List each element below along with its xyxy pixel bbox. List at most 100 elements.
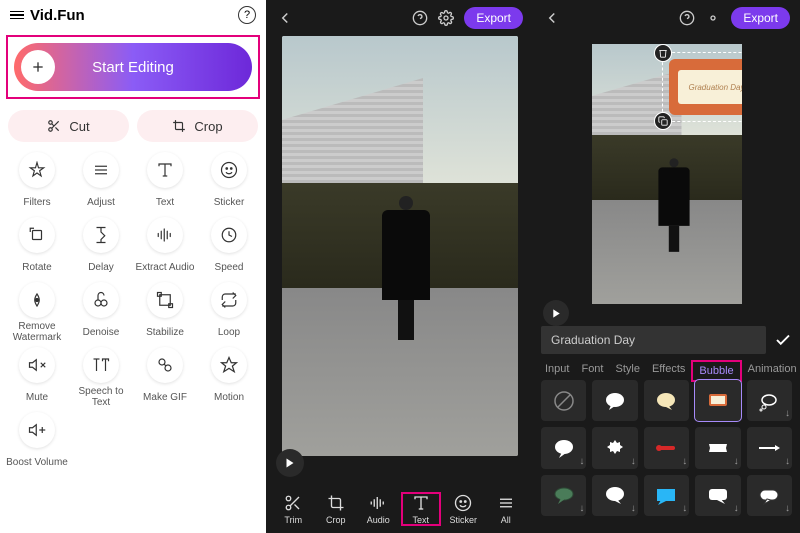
download-icon: ↓: [785, 503, 790, 514]
bubble-option-0[interactable]: [541, 380, 586, 421]
toolbar-all[interactable]: All: [487, 493, 525, 525]
back-icon[interactable]: [276, 9, 294, 27]
bubble-text: Graduation Day: [678, 70, 741, 104]
mute-icon: [19, 347, 55, 383]
tool-make-gif[interactable]: Make GIF: [134, 347, 196, 408]
tool-adjust[interactable]: Adjust: [70, 152, 132, 213]
toolbar-trim[interactable]: Trim: [274, 493, 312, 525]
bubble-header: Export: [533, 0, 800, 36]
play-button[interactable]: [543, 300, 569, 326]
tool-boost-volume[interactable]: Boost Volume: [6, 412, 68, 473]
bubble-option-9[interactable]: ↓: [747, 427, 792, 468]
bubble-option-8[interactable]: ↓: [695, 427, 740, 468]
tool-filters[interactable]: Filters: [6, 152, 68, 213]
tab-font[interactable]: Font: [575, 360, 609, 382]
motion-icon: [211, 347, 247, 383]
extract-audio-icon: [147, 217, 183, 253]
tab-style[interactable]: Style: [609, 360, 645, 382]
home-panel: Vid.Fun ? Start Editing Cut Crop Filters…: [0, 0, 266, 533]
export-button[interactable]: Export: [731, 7, 790, 29]
audio-icon: [369, 493, 387, 513]
cut-button[interactable]: Cut: [8, 110, 129, 142]
bubble-option-7[interactable]: ↓: [644, 427, 689, 468]
settings-icon[interactable]: [705, 10, 721, 26]
rotate-icon: [19, 217, 55, 253]
download-icon: ↓: [785, 408, 790, 419]
tab-animation[interactable]: Animation: [742, 360, 800, 382]
toolbar-sticker[interactable]: Sticker: [444, 493, 482, 525]
bubble-option-1[interactable]: [592, 380, 637, 421]
quick-actions: Cut Crop: [0, 104, 266, 148]
confirm-icon[interactable]: [774, 331, 792, 349]
bubble-option-6[interactable]: ↓: [592, 427, 637, 468]
make-gif-icon: [147, 347, 183, 383]
sticker-icon: [211, 152, 247, 188]
tool-extract-audio[interactable]: Extract Audio: [134, 217, 196, 278]
bubble-option-11[interactable]: ↓: [592, 475, 637, 516]
editor-toolbar: TrimCropAudioTextStickerAll: [266, 485, 533, 533]
play-button[interactable]: [276, 449, 304, 477]
tool-sticker[interactable]: Sticker: [198, 152, 260, 213]
app-title: Vid.Fun: [10, 7, 85, 24]
tool-rotate[interactable]: Rotate: [6, 217, 68, 278]
bubble-option-13[interactable]: ↓: [695, 475, 740, 516]
text-icon: [147, 152, 183, 188]
copy-handle[interactable]: [654, 112, 672, 130]
bubble-option-4[interactable]: ↓: [747, 380, 792, 421]
remove-watermark-icon: [19, 282, 55, 318]
tool-stabilize[interactable]: Stabilize: [134, 282, 196, 343]
tool-mute[interactable]: Mute: [6, 347, 68, 408]
adjust-icon: [83, 152, 119, 188]
tools-grid: FiltersAdjustTextSticker RotateDelayExtra…: [0, 148, 266, 477]
text-bubble-overlay[interactable]: Graduation Day: [662, 52, 742, 122]
text-input-row: [541, 326, 792, 354]
delay-icon: [83, 217, 119, 253]
crop-button[interactable]: Crop: [137, 110, 258, 142]
tool-delay[interactable]: Delay: [70, 217, 132, 278]
tab-bubble[interactable]: Bubble: [691, 360, 741, 382]
download-icon: ↓: [631, 503, 636, 514]
export-button[interactable]: Export: [464, 7, 523, 29]
bubble-option-2[interactable]: [644, 380, 689, 421]
app-name: Vid.Fun: [30, 7, 85, 24]
back-icon[interactable]: [543, 9, 561, 27]
filters-icon: [19, 152, 55, 188]
start-editing-button[interactable]: Start Editing: [14, 43, 252, 91]
denoise-icon: [83, 282, 119, 318]
bubble-grid: ↓↓↓↓↓↓↓↓↓↓↓: [541, 380, 792, 516]
tab-input[interactable]: Input: [539, 360, 575, 382]
help-icon[interactable]: [412, 10, 428, 26]
text-input[interactable]: [541, 326, 766, 354]
download-icon: ↓: [579, 456, 584, 467]
delete-handle[interactable]: [654, 44, 672, 62]
text-bubble-panel: Export Graduation Day InputFontStyleEffe…: [533, 0, 800, 533]
toolbar-text[interactable]: Text: [402, 493, 440, 525]
help-icon[interactable]: [679, 10, 695, 26]
download-icon: ↓: [631, 456, 636, 467]
video-preview[interactable]: [282, 36, 518, 456]
toolbar-crop[interactable]: Crop: [317, 493, 355, 525]
settings-icon[interactable]: [438, 10, 454, 26]
tool-motion[interactable]: Motion: [198, 347, 260, 408]
toolbar-audio[interactable]: Audio: [359, 493, 397, 525]
tool-loop[interactable]: Loop: [198, 282, 260, 343]
plus-icon: [21, 50, 55, 84]
download-icon: ↓: [682, 456, 687, 467]
tool-speech-to-text[interactable]: Speech to Text: [70, 347, 132, 408]
boost-volume-icon: [19, 412, 55, 448]
bubble-option-3[interactable]: [695, 380, 740, 421]
tool-speed[interactable]: Speed: [198, 217, 260, 278]
bubble-option-10[interactable]: ↓: [541, 475, 586, 516]
tool-remove-watermark[interactable]: Remove Watermark: [6, 282, 68, 343]
tool-text[interactable]: Text: [134, 152, 196, 213]
tool-denoise[interactable]: Denoise: [70, 282, 132, 343]
trim-icon: [284, 493, 302, 513]
bubble-option-12[interactable]: ↓: [644, 475, 689, 516]
menu-icon[interactable]: [10, 9, 24, 22]
bubble-option-14[interactable]: ↓: [747, 475, 792, 516]
bubble-option-5[interactable]: ↓: [541, 427, 586, 468]
video-preview-small[interactable]: Graduation Day: [592, 44, 742, 304]
speed-icon: [211, 217, 247, 253]
tab-effects[interactable]: Effects: [646, 360, 691, 382]
help-icon[interactable]: ?: [238, 6, 256, 24]
